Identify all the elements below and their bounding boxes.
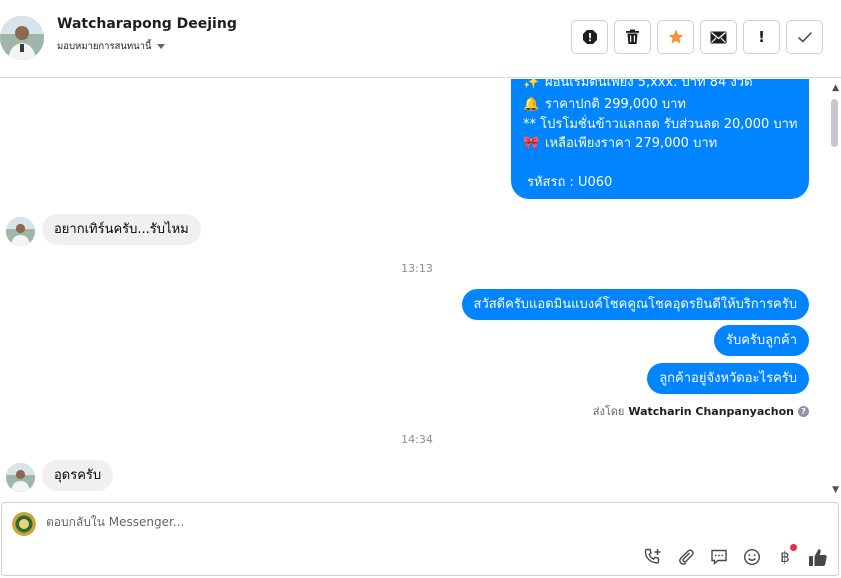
page-logo	[12, 512, 36, 536]
message-text: รหัสรถ : U060	[527, 175, 613, 190]
outgoing-message-bubble[interactable]: สวัสดีครับแอดมินแบงค์โชคคูณโชคอุดรยินดีใ…	[461, 289, 809, 320]
star-icon	[668, 29, 683, 44]
contact-avatar-small[interactable]	[6, 217, 35, 246]
scroll-up-icon[interactable]: ▲	[832, 83, 839, 93]
payment-button[interactable]: ฿	[775, 544, 797, 567]
trash-icon	[626, 29, 639, 44]
follow-up-button[interactable]: !	[743, 20, 780, 54]
like-icon	[809, 548, 827, 566]
mail-icon	[710, 31, 727, 43]
star-button[interactable]	[657, 20, 694, 54]
message-text: ลูกค้าอยู่จังหวัดอะไรครับ	[659, 371, 797, 386]
attach-button[interactable]	[676, 547, 696, 567]
conversation-header: Watcharapong Deejing มอบหมายการสนทนานี้	[0, 0, 841, 78]
reply-input[interactable]	[46, 515, 606, 529]
mark-unread-button[interactable]	[700, 20, 737, 54]
contact-name[interactable]: Watcharapong Deejing	[57, 16, 237, 32]
call-button[interactable]	[643, 547, 663, 567]
emoji-icon	[743, 548, 761, 566]
attachment-icon	[679, 549, 694, 565]
assign-label: มอบหมายการสนทนานี้	[57, 41, 152, 52]
message-timestamp: 13:13	[401, 262, 433, 275]
message-text: ผ่อนเริ่มต้นเพียง 5,xxx. บาท 84 งวด	[545, 79, 753, 90]
scroll-thumb[interactable]	[831, 99, 838, 147]
contact-avatar-small[interactable]	[6, 463, 35, 492]
caret-down-icon	[156, 44, 165, 49]
promo-message-bubble[interactable]: ✨ ผ่อนเริ่มต้นเพียง 5,xxx. บาท 84 งวด 🔔 รา…	[511, 79, 809, 199]
thread-scrollbar[interactable]: ▲ ▼	[827, 79, 841, 501]
mark-spam-button[interactable]	[571, 20, 608, 54]
phone-plus-icon	[644, 548, 661, 564]
payment-icon: ฿	[780, 548, 790, 566]
reply-composer: ฿	[1, 502, 839, 576]
like-button[interactable]	[808, 547, 828, 567]
conversation-toolbar: !	[571, 20, 823, 54]
notification-dot	[790, 544, 797, 551]
message-text: ราคาปกติ 299,000 บาท	[545, 97, 686, 112]
saved-replies-button[interactable]	[709, 547, 729, 567]
assign-conversation-dropdown[interactable]: มอบหมายการสนทนานี้	[57, 39, 165, 54]
spam-icon	[582, 30, 597, 44]
message-timestamp: 14:34	[401, 433, 433, 446]
message-text: เหลือเพียงราคา 279,000 บาท	[545, 136, 718, 151]
ribbon-icon: 🎀	[523, 136, 540, 151]
message-text: อยากเทิร์นครับ...รับไหม	[54, 222, 189, 237]
emoji-button[interactable]	[742, 547, 762, 567]
check-icon	[797, 31, 812, 43]
message-thread[interactable]: ✨ ผ่อนเริ่มต้นเพียง 5,xxx. บาท 84 งวด 🔔 รา…	[0, 79, 841, 501]
outgoing-message-bubble[interactable]: รับครับลูกค้า	[714, 325, 809, 356]
question-icon[interactable]: ?	[798, 405, 809, 417]
message-text: ** โปรโมชั่นข้าวแลกลด รับส่วนลด 20,000 บ…	[523, 116, 798, 132]
mark-done-button[interactable]	[786, 20, 823, 54]
incoming-message-bubble[interactable]: อยากเทิร์นครับ...รับไหม	[42, 214, 201, 245]
contact-avatar[interactable]	[0, 16, 44, 60]
saved-reply-icon	[711, 549, 727, 566]
sender-name[interactable]: Watcharin Chanpanyachon	[628, 405, 794, 418]
message-text: รับครับลูกค้า	[726, 333, 797, 348]
outgoing-message-bubble[interactable]: ลูกค้าอยู่จังหวัดอะไรครับ	[647, 363, 809, 394]
exclamation-icon: !	[758, 28, 765, 46]
composer-tools: ฿	[643, 544, 828, 567]
delete-button[interactable]	[614, 20, 651, 54]
sent-by-label: ส่งโดย Watcharin Chanpanyachon ?	[593, 402, 809, 420]
message-text: สวัสดีครับแอดมินแบงค์โชคคูณโชคอุดรยินดีใ…	[473, 297, 797, 312]
sent-by-prefix: ส่งโดย	[592, 405, 625, 418]
sparkles-icon: ✨	[523, 79, 540, 90]
message-text: อุดรครับ	[54, 468, 102, 483]
incoming-message-bubble[interactable]: อุดรครับ	[42, 460, 114, 491]
bell-icon: 🔔	[523, 97, 540, 112]
scroll-down-icon[interactable]: ▼	[832, 485, 839, 495]
